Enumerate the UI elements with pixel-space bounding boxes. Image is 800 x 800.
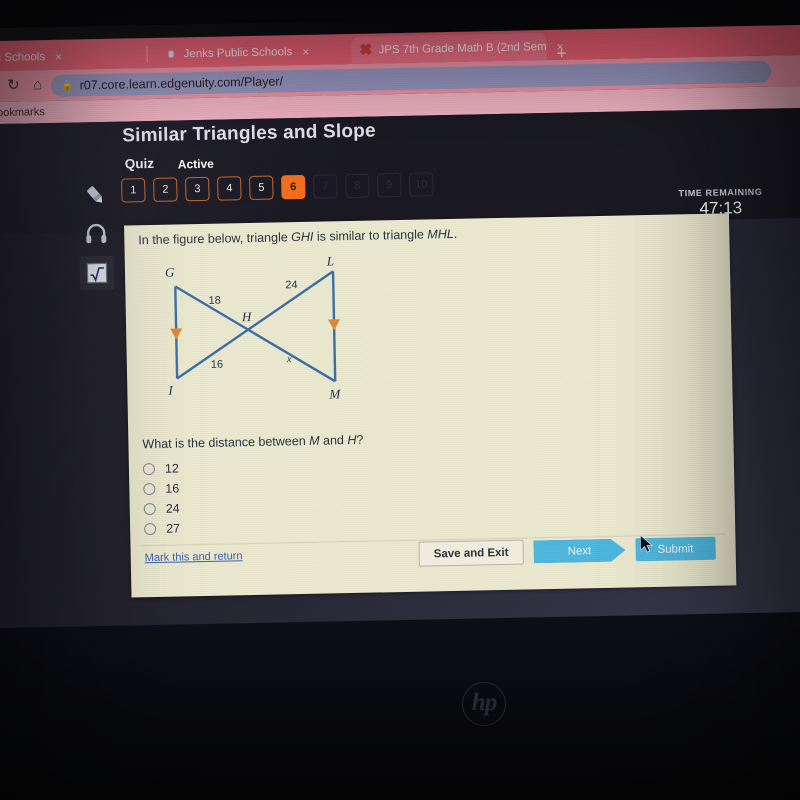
bookmarks-label[interactable]: Bookmarks [0,106,45,119]
question-stem: In the figure below, triangle GHI is sim… [138,227,457,247]
question-button-5[interactable]: 5 [249,175,274,201]
red-x-icon: ✖ [359,41,373,59]
question-prompt-part-2: and [319,433,348,448]
browser-tab-1-close-icon[interactable]: × [302,44,309,58]
question-prompt: What is the distance between M and H? [142,433,363,451]
browser-tab-1[interactable]: Jenks Public Schools × [156,36,352,68]
radio-button-4[interactable] [144,522,157,536]
tool-rail [78,178,116,296]
pencil-icon [87,186,103,203]
question-stem-part-3: . [453,226,458,241]
browser-tab-2-title: JPS 7th Grade Math B (2nd Sem [378,40,547,56]
answer-option-4-label: 27 [166,521,181,536]
figure-label-L: L [326,253,335,268]
figure-side-HM: x [286,353,292,365]
hp-logo: hp [462,682,506,726]
figure-side-IH: 16 [211,359,223,371]
sqrt-x-icon [86,262,108,284]
question-prompt-part-3: ? [356,432,364,447]
question-stem-part-2: is similar to triangle [313,227,428,244]
home-icon[interactable]: ⌂ [33,76,42,93]
edgenuity-player: Similar Triangles and Slope Quiz Active … [0,107,800,629]
figure-label-I: I [167,383,173,398]
jenks-icon [164,47,177,60]
question-stem-triangle-1: GHI [291,229,314,245]
browser-tab-1-title: Jenks Public Schools [183,45,293,60]
question-prompt-part-1: What is the distance between [142,433,310,452]
calculator-tool[interactable] [79,255,115,291]
question-stem-part-1: In the figure below, triangle [138,230,292,248]
answer-option-3[interactable]: 24 [143,498,180,519]
quiz-label: Quiz [124,155,155,172]
figure-label-M: M [328,386,341,401]
action-button-row: Save and Exit Next Submit [418,536,716,567]
question-stem-triangle-2: MHL [427,226,454,242]
monitor-bezel [0,600,800,800]
answer-option-2-label: 16 [165,481,180,496]
geometry-figure: G I L M H 18 16 24 x [145,252,388,412]
browser-tab-0-title: nks Public Schools [0,50,46,65]
figure-label-H: H [241,309,252,324]
headphones-icon [86,223,107,244]
answer-option-4[interactable]: 27 [144,518,180,539]
question-button-9: 9 [377,172,402,198]
figure-side-HL: 24 [285,279,297,291]
save-and-exit-button[interactable]: Save and Exit [418,539,524,567]
figure-side-GH: 18 [208,295,220,307]
tab-divider [146,46,148,63]
browser-tab-0-close-icon[interactable]: × [55,49,62,63]
browser-tab-0[interactable]: nks Public Schools × [0,41,141,73]
answer-option-1-label: 12 [164,461,179,476]
lock-icon: 🔒 [61,80,74,92]
reload-icon[interactable]: ↻ [7,77,20,94]
question-button-3[interactable]: 3 [185,176,210,202]
photo-of-monitor: hp nks Public Schools × Jenks Public Sch… [0,0,800,800]
question-prompt-point-2: H [347,432,357,448]
mark-and-return-link[interactable]: Mark this and return [145,550,243,564]
browser-tab-2[interactable]: ✖ JPS 7th Grade Math B (2nd Sem × [351,33,564,64]
radio-button-2[interactable] [143,482,156,496]
question-button-2[interactable]: 2 [153,177,178,202]
next-button[interactable]: Next [533,539,625,564]
question-button-4[interactable]: 4 [217,176,242,201]
answer-option-2[interactable]: 16 [143,478,179,499]
question-button-6[interactable]: 6 [281,174,306,200]
question-button-8: 8 [345,173,370,199]
question-button-1[interactable]: 1 [121,178,146,203]
question-button-7: 7 [313,174,338,199]
similar-triangles-diagram: G I L M H 18 16 24 x [165,253,342,401]
radio-button-1[interactable] [142,462,156,476]
answer-option-1[interactable]: 12 [142,458,179,479]
answer-option-3-label: 24 [165,501,180,516]
figure-label-G: G [165,265,175,280]
question-button-10: 10 [409,172,434,197]
audio-tool[interactable] [79,217,114,252]
quiz-status: Active [177,156,214,172]
radio-button-3[interactable] [143,502,156,516]
answer-options: 12 16 24 27 [142,458,181,539]
highlighter-tool[interactable] [78,178,113,213]
question-prompt-point-1: M [309,433,320,448]
address-bar-url: r07.core.learn.edgenuity.com/Player/ [79,74,284,93]
monitor-screen: nks Public Schools × Jenks Public School… [0,11,800,629]
